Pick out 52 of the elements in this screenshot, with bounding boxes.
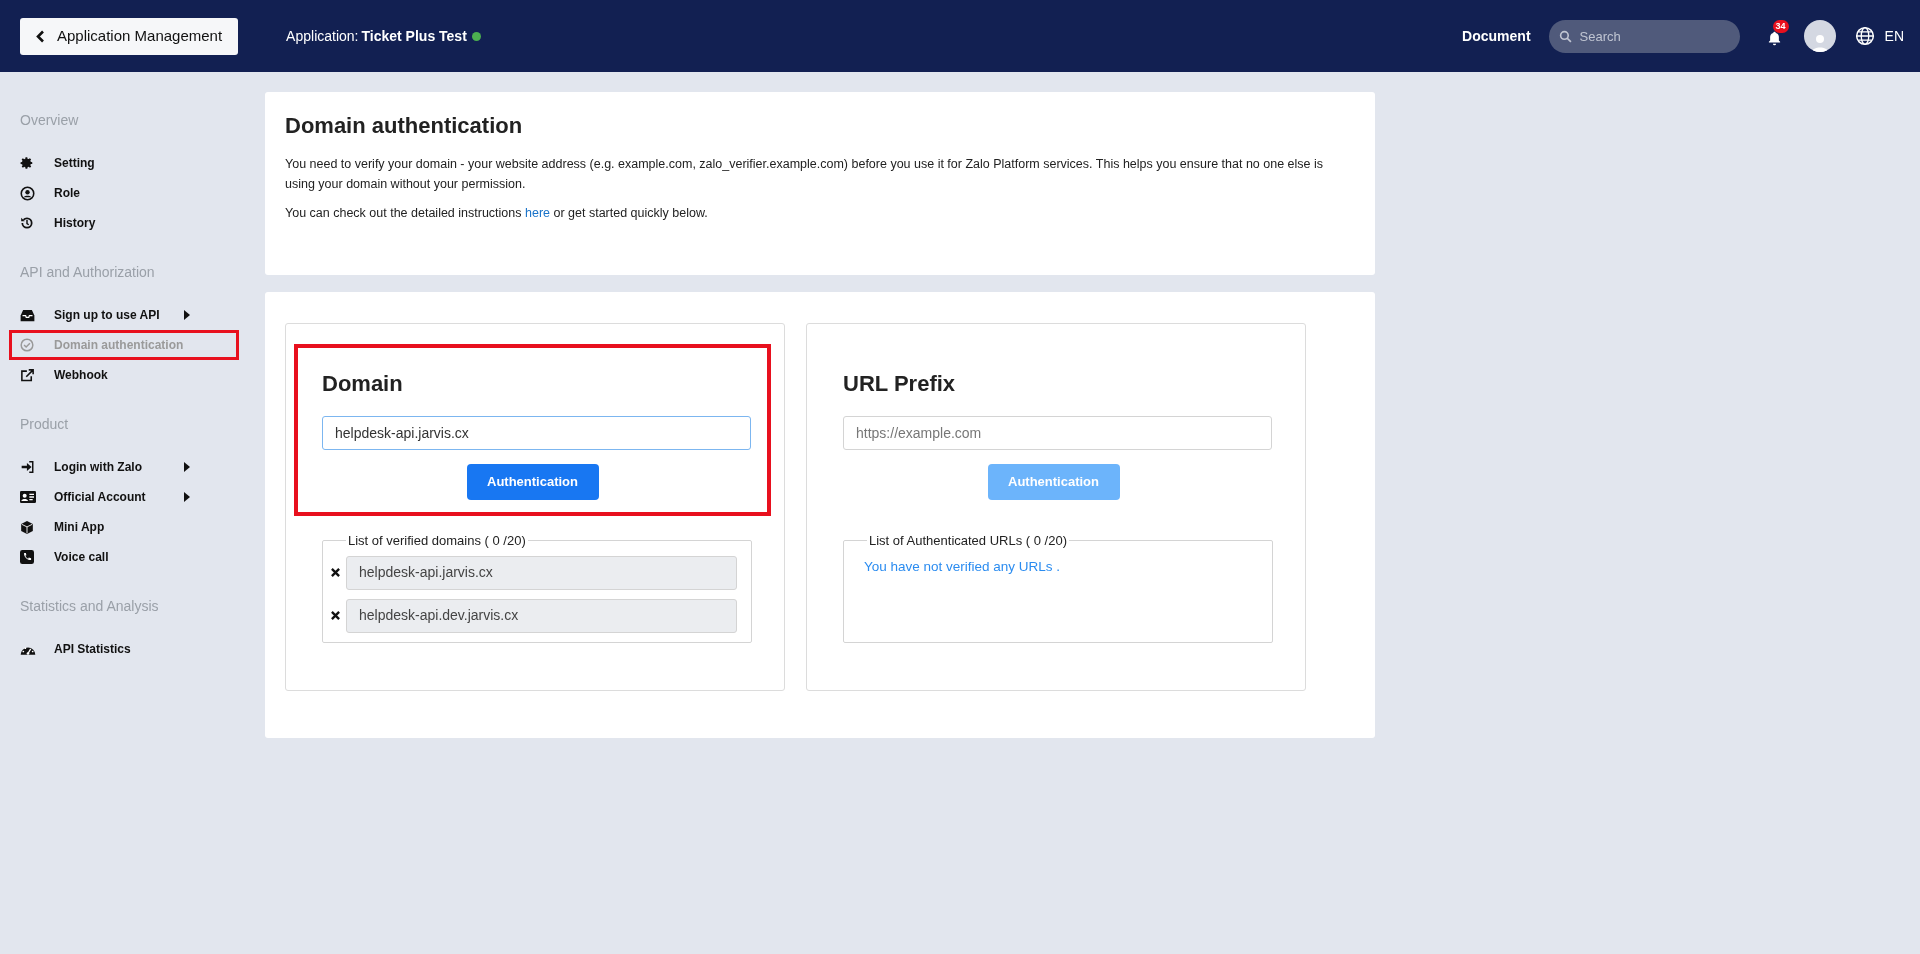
list-title: List of verified domains ( 0 /20) (347, 532, 527, 550)
sidebar-item[interactable]: Official Account (20, 485, 190, 509)
gear-icon (20, 156, 34, 170)
inbox-icon (20, 308, 35, 322)
document-link[interactable]: Document (1462, 25, 1531, 47)
globe-icon[interactable] (1854, 26, 1875, 46)
panel-title: URL Prefix (843, 370, 957, 398)
search-field[interactable]: Search (1548, 19, 1740, 53)
domain-input[interactable]: helpdesk-api.jarvis.cx (322, 416, 751, 450)
sidebar-section-title: Statistics and Analysis (20, 598, 159, 615)
domain-item: helpdesk-api.dev.jarvis.cx (346, 598, 737, 633)
cube-icon (20, 519, 34, 535)
language-selector[interactable]: EN (1884, 25, 1904, 47)
sidebar-section-title: API and Authorization (20, 264, 155, 281)
sidebar-item[interactable]: Voice call (20, 545, 190, 569)
back-button[interactable]: Application Management (20, 17, 239, 55)
url-input[interactable]: https://example.com (843, 416, 1272, 450)
id-card-icon (20, 491, 36, 503)
remove-icon[interactable] (331, 611, 340, 620)
sidebar-section-title: Product (20, 416, 69, 433)
sidebar-item[interactable]: Role (20, 181, 190, 205)
bell-icon[interactable] (1766, 30, 1782, 46)
sidebar-item[interactable]: Login with Zalo (20, 455, 190, 479)
app-name: Ticket Plus Test (361, 26, 467, 46)
sidebar-item[interactable]: History (20, 211, 190, 235)
authentication-button[interactable]: Authentication (466, 464, 599, 500)
sidebar-item[interactable]: Setting (20, 151, 190, 175)
avatar-icon[interactable] (1803, 20, 1836, 52)
description: You need to verify your domain - your website address (e.g. example.com, zalo_verifier.example.com) before you use it for Zalo Platform services. This helps you ensure that no one else is using your domain without your permission. (285, 156, 1324, 193)
here-link[interactable]: here (525, 206, 550, 220)
empty-message: You have not verified any URLs . (864, 557, 1062, 576)
sidebar-item[interactable]: API Statistics (20, 637, 190, 661)
domain-item: helpdesk-api.jarvis.cx (346, 555, 737, 590)
sidebar-item[interactable]: Sign up to use API (20, 303, 190, 327)
external-link-icon (20, 367, 35, 383)
sidebar-item[interactable]: Webhook (20, 363, 190, 387)
notification-badge: 34 (1772, 20, 1789, 33)
search-icon (1558, 29, 1572, 43)
app-label: Application: (286, 26, 359, 46)
chevron-left-icon (36, 29, 45, 43)
page-title: Domain authentication (285, 112, 524, 140)
user-circle-icon (20, 185, 35, 201)
sign-in-icon (20, 460, 35, 474)
panel-title: Domain (322, 370, 404, 398)
phone-icon (20, 550, 34, 564)
check-circle-icon (20, 338, 34, 352)
history-icon (20, 216, 34, 230)
list-title: List of Authenticated URLs ( 0 /20) (868, 532, 1068, 550)
instructions-text: You can check out the detailed instructions here or get started quickly below. (285, 205, 709, 222)
remove-icon[interactable] (331, 568, 340, 577)
sidebar-section-title: Overview (20, 112, 79, 129)
sidebar-item[interactable]: Mini App (20, 515, 190, 539)
